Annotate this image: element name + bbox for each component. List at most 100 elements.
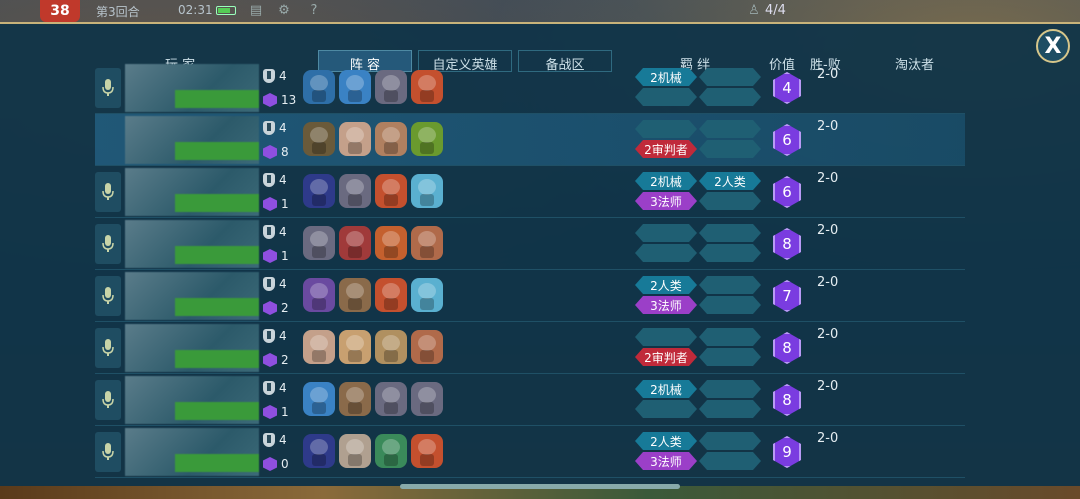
player-row[interactable]: 4 8 2审判者 6 2-0 <box>95 114 965 166</box>
hero-icon[interactable] <box>375 330 407 364</box>
hero-icon[interactable] <box>339 70 371 104</box>
player-row[interactable]: 4 2 2审判者 8 2-0 <box>95 322 965 374</box>
gear-icon[interactable]: ⚙ <box>276 3 292 19</box>
level-value: 4 <box>279 381 287 395</box>
hero-icon[interactable] <box>375 226 407 260</box>
gem-icon <box>263 405 277 419</box>
level-stat: 4 <box>263 68 303 84</box>
hero-icon[interactable] <box>339 434 371 468</box>
bond-badge[interactable]: 3法师 <box>635 192 697 210</box>
bond-badge[interactable]: 3法师 <box>635 452 697 470</box>
hero-icon[interactable] <box>375 434 407 468</box>
microphone-icon[interactable] <box>95 172 121 212</box>
hero-icon[interactable] <box>303 174 335 208</box>
hero-lineup <box>303 122 443 156</box>
hero-icon[interactable] <box>339 122 371 156</box>
bond-badge[interactable] <box>699 328 761 346</box>
hero-icon[interactable] <box>375 122 407 156</box>
helmet-icon <box>263 225 275 239</box>
win-loss-record: 2-0 <box>817 379 839 394</box>
hero-icon[interactable] <box>339 278 371 312</box>
hero-icon[interactable] <box>411 434 443 468</box>
microphone-icon[interactable] <box>95 276 121 316</box>
avatar <box>125 428 259 476</box>
hero-icon[interactable] <box>303 122 335 156</box>
hero-icon[interactable] <box>303 226 335 260</box>
level-value: 4 <box>279 69 287 83</box>
bond-badge[interactable]: 2人类 <box>699 172 761 190</box>
bond-badge[interactable] <box>699 380 761 398</box>
microphone-icon[interactable] <box>95 224 121 264</box>
microphone-icon[interactable] <box>95 68 121 108</box>
gem-value: 2 <box>281 301 289 315</box>
microphone-icon[interactable] <box>95 380 121 420</box>
bond-badge[interactable] <box>699 432 761 450</box>
bond-badge[interactable]: 2人类 <box>635 432 697 450</box>
bond-badge[interactable]: 2审判者 <box>635 348 697 366</box>
hero-icon[interactable] <box>411 226 443 260</box>
gem-value: 2 <box>281 353 289 367</box>
hero-icon[interactable] <box>411 278 443 312</box>
hero-icon[interactable] <box>339 330 371 364</box>
bond-badge[interactable] <box>635 120 697 138</box>
hero-icon[interactable] <box>375 382 407 416</box>
player-row[interactable]: 4 1 8 2-0 <box>95 218 965 270</box>
hero-icon[interactable] <box>411 330 443 364</box>
level-value: 4 <box>279 433 287 447</box>
microphone-icon[interactable] <box>95 432 121 472</box>
hero-icon[interactable] <box>411 122 443 156</box>
hero-icon[interactable] <box>339 174 371 208</box>
hero-icon[interactable] <box>375 278 407 312</box>
bond-badge[interactable] <box>699 276 761 294</box>
hero-icon[interactable] <box>303 70 335 104</box>
hero-icon[interactable] <box>411 174 443 208</box>
bond-badge[interactable] <box>699 192 761 210</box>
bond-badge[interactable] <box>635 244 697 262</box>
hero-icon[interactable] <box>411 382 443 416</box>
bond-badge[interactable]: 2人类 <box>635 276 697 294</box>
bond-badge[interactable] <box>699 348 761 366</box>
close-button[interactable]: X <box>1036 29 1070 63</box>
bond-badge[interactable] <box>635 224 697 242</box>
avatar <box>125 116 259 164</box>
hero-icon[interactable] <box>411 70 443 104</box>
hero-icon[interactable] <box>339 382 371 416</box>
bond-badge[interactable]: 2机械 <box>635 380 697 398</box>
hero-icon[interactable] <box>339 226 371 260</box>
player-row[interactable]: 4 1 2机械 8 2-0 <box>95 374 965 426</box>
hero-icon[interactable] <box>303 434 335 468</box>
bond-badge[interactable] <box>699 296 761 314</box>
hero-icon[interactable] <box>303 382 335 416</box>
hero-lineup <box>303 382 443 416</box>
player-row[interactable]: 4 2 2人类 3法师 7 2-0 <box>95 270 965 322</box>
bond-badge[interactable] <box>699 244 761 262</box>
hero-icon[interactable] <box>303 278 335 312</box>
helmet-icon <box>263 433 275 447</box>
bond-badge[interactable] <box>635 400 697 418</box>
scroll-handle[interactable] <box>400 484 680 489</box>
help-icon[interactable]: ? <box>306 3 322 19</box>
bond-badge[interactable] <box>699 88 761 106</box>
bond-badge[interactable] <box>699 452 761 470</box>
gem-stat: 13 <box>263 92 303 108</box>
bond-badge[interactable]: 2机械 <box>635 172 697 190</box>
bond-badge[interactable]: 2审判者 <box>635 140 697 158</box>
bond-badge[interactable] <box>699 140 761 158</box>
player-row[interactable]: 4 0 2人类 3法师 9 2-0 <box>95 426 965 478</box>
bond-badge[interactable]: 2机械 <box>635 68 697 86</box>
hero-lineup <box>303 174 443 208</box>
player-row[interactable]: 4 1 2机械 2人类 3法师 6 2-0 <box>95 166 965 218</box>
document-icon[interactable]: ▤ <box>248 3 264 19</box>
bond-badge[interactable] <box>699 400 761 418</box>
microphone-icon[interactable] <box>95 328 121 368</box>
bond-badge[interactable] <box>699 224 761 242</box>
bond-badge[interactable] <box>699 120 761 138</box>
hero-icon[interactable] <box>375 174 407 208</box>
bond-badge[interactable] <box>635 328 697 346</box>
bond-badge[interactable] <box>635 88 697 106</box>
bond-badge[interactable] <box>699 68 761 86</box>
hero-icon[interactable] <box>303 330 335 364</box>
hero-icon[interactable] <box>375 70 407 104</box>
bond-badge[interactable]: 3法师 <box>635 296 697 314</box>
player-row[interactable]: 4 13 2机械 4 2-0 <box>95 62 965 114</box>
